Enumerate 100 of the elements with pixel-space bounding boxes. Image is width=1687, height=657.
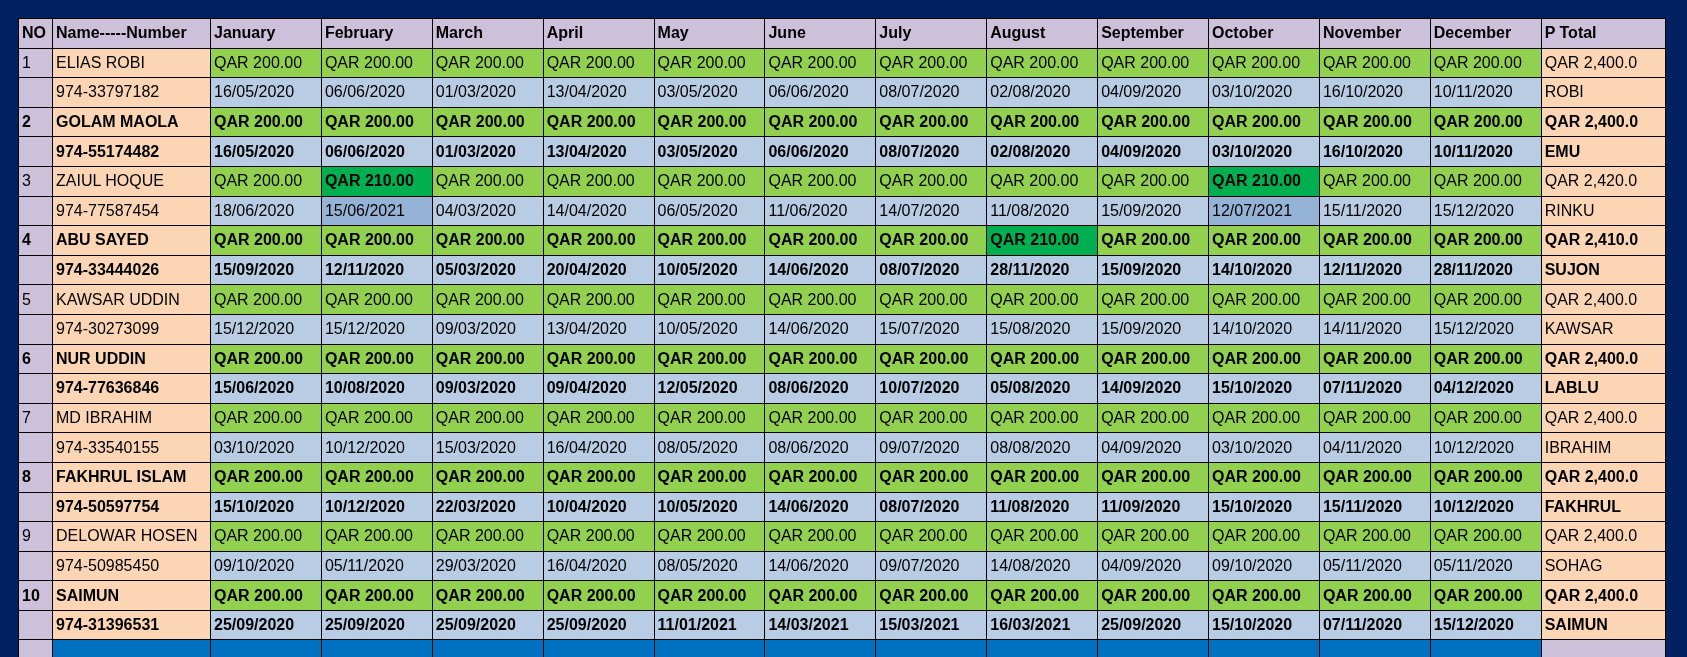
table-cell: QAR 200.00: [876, 285, 988, 315]
table-cell: 15/12/2020: [1430, 610, 1542, 641]
table-cell: MD IBRAHIM: [53, 403, 211, 434]
table-cell: 06/06/2020: [321, 137, 433, 167]
column-header: December: [1430, 19, 1542, 49]
table-cell: QAR 200.00: [1430, 581, 1542, 611]
table-cell: 16/05/2020: [211, 78, 322, 108]
table-cell: 974-50985450: [53, 551, 211, 582]
table-cell: QAR 200.00: [1430, 344, 1542, 375]
table-cell: EMU: [1541, 137, 1666, 167]
table-cell: QAR 200.00: [654, 522, 766, 552]
table-cell: QAR 200.00: [765, 462, 877, 493]
table-cell: 03/05/2020: [654, 78, 766, 108]
table-cell: 974-77636846: [53, 374, 211, 404]
column-header: July: [876, 19, 988, 49]
table-cell: QAR 200.00: [321, 522, 433, 552]
table-cell: QAR 200.00: [654, 226, 766, 256]
table-cell: 15/10/2020: [211, 492, 322, 523]
table-cell: QAR 2,400.0: [1541, 522, 1666, 552]
table-cell: QAR 200.00: [1209, 48, 1320, 79]
table-cell: 9: [19, 522, 53, 552]
table-cell: QAR 200.00: [1430, 107, 1542, 138]
table-cell: 11/09/2020: [1098, 492, 1209, 523]
table-cell: QAR 200.00: [1209, 581, 1320, 611]
table-cell: 02/08/2020: [987, 137, 1099, 167]
table-cell: 08/07/2020: [876, 492, 988, 523]
table-cell: 06/06/2020: [765, 137, 877, 167]
table-cell: 14/06/2020: [765, 255, 877, 286]
table-cell: QAR 200.00: [876, 403, 988, 434]
table-cell: 08/08/2020: [987, 433, 1099, 463]
table-cell: QAR 200.00: [1209, 344, 1320, 375]
table-cell: QAR 200.00: [1209, 285, 1320, 315]
table-cell: QAR 200.00: [1430, 48, 1542, 79]
table-cell: QAR 200.00: [765, 522, 877, 552]
table-cell: 974-31396531: [53, 610, 211, 641]
table-cell: 10/12/2020: [321, 492, 433, 523]
table-cell: 10/05/2020: [654, 314, 766, 345]
table-cell: 09/10/2020: [1209, 551, 1320, 582]
table-cell: QAR 200.00: [211, 522, 322, 552]
table-cell: QAR 200.00: [1319, 462, 1431, 493]
table-cell: 14/09/2020: [1098, 374, 1209, 404]
table-cell: 03/05/2020: [654, 137, 766, 167]
table-cell: QAR 200.00: [1319, 403, 1431, 434]
table-cell: 07/11/2020: [1319, 374, 1431, 404]
table-cell: 06/05/2020: [654, 196, 766, 227]
table-cell: 08/07/2020: [876, 137, 988, 167]
table-cell: NUR UDDIN: [53, 344, 211, 375]
table-cell: 12/07/2021: [1209, 196, 1320, 227]
table-cell: QAR 200.00: [1209, 403, 1320, 434]
table-cell: QAR 200.00: [876, 344, 988, 375]
table-cell: QAR 200.00: [543, 226, 655, 256]
table-cell: 29/03/2020: [432, 551, 544, 582]
column-header: October: [1209, 19, 1320, 49]
table-cell: QAR 200.00: [211, 462, 322, 493]
table-cell: QAR 200.00: [432, 48, 544, 79]
table-cell: QAR 200.00: [543, 581, 655, 611]
table-cell: FAKHRUL ISLAM: [53, 462, 211, 493]
table-cell: QAR 200.00: [1098, 462, 1209, 493]
table-cell: 08/07/2020: [876, 78, 988, 108]
table-cell: 10/05/2020: [654, 492, 766, 523]
table-cell: QAR 200.00: [765, 107, 877, 138]
table-cell: QAR 200.00: [543, 285, 655, 315]
table-cell: QAR 200.00: [654, 581, 766, 611]
table-cell: 25/09/2020: [1098, 610, 1209, 641]
table-cell: QAR 200.00: [1209, 107, 1320, 138]
table-cell: DELOWAR HOSEN: [53, 522, 211, 552]
table-cell: QAR 200.00: [1430, 166, 1542, 197]
table-cell: SAIMUN: [53, 581, 211, 611]
table-cell: QAR 200.00: [876, 462, 988, 493]
table-cell: IBRAHIM: [1541, 433, 1666, 463]
table-cell: QAR 2,400.0: [1541, 107, 1666, 138]
table-cell: QAR 200.00: [987, 166, 1099, 197]
table-cell: QAR 200.00: [987, 403, 1099, 434]
table-cell: 974-33444026: [53, 255, 211, 286]
table-cell: KAWSAR: [1541, 314, 1666, 345]
table-cell: 11/08/2020: [987, 196, 1099, 227]
table-cell: RINKU: [1541, 196, 1666, 227]
table-cell: QAR 200.00: [765, 403, 877, 434]
table-cell: 25/09/2020: [211, 610, 322, 641]
table-cell: QAR 200.00: [654, 462, 766, 493]
table-cell: 7: [19, 403, 53, 434]
table-cell: 11/08/2020: [987, 492, 1099, 523]
table-cell: QAR 200.00: [211, 581, 322, 611]
table-cell: 03/10/2020: [1209, 433, 1320, 463]
table-cell: 15/09/2020: [1098, 196, 1209, 227]
table-cell: QAR 200.00: [211, 344, 322, 375]
table-cell: QAR 200.00: [432, 285, 544, 315]
table-cell: QAR 200.00: [543, 522, 655, 552]
table-cell: QAR 200.00: [432, 403, 544, 434]
table-cell: 15/10/2020: [1209, 610, 1320, 641]
table-cell: 04/11/2020: [1319, 433, 1431, 463]
table-cell: 15/06/2020: [211, 374, 322, 404]
table-cell: 15/09/2020: [211, 255, 322, 286]
table-cell: 28/11/2020: [1430, 255, 1542, 286]
table-cell: QAR 200.00: [543, 403, 655, 434]
table-cell: QAR 2,410.0: [1541, 226, 1666, 256]
table-cell: 10/11/2020: [1430, 137, 1542, 167]
table-cell: 14/04/2020: [543, 196, 655, 227]
table-cell: QAR 200.00: [211, 48, 322, 79]
table-cell: 10/11/2020: [1430, 78, 1542, 108]
